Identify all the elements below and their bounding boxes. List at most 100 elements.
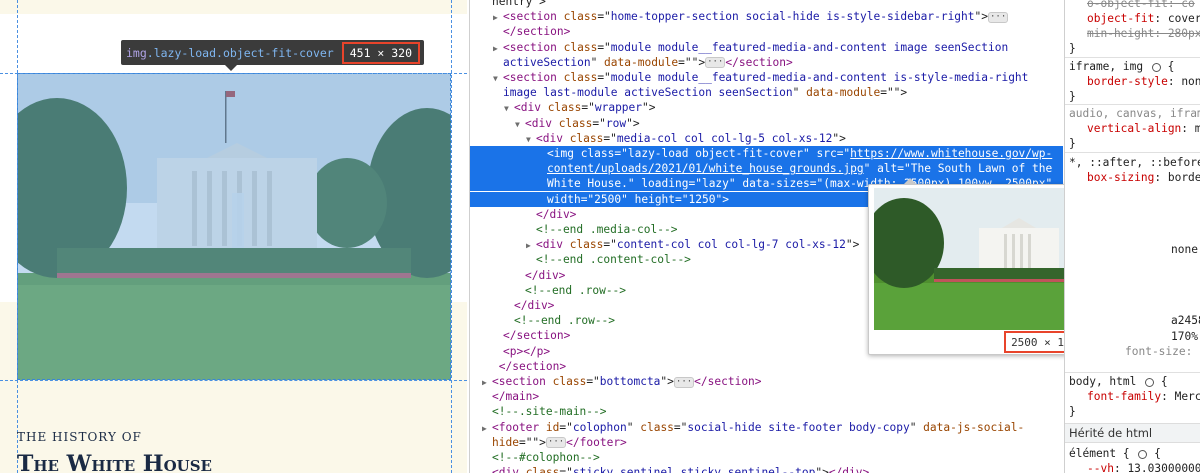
style-none-value[interactable]: none; [1171,242,1200,257]
token: src [816,147,837,160]
expand-triangle-icon[interactable]: ▶ [482,421,492,436]
token: class [563,71,598,84]
collapsed-ellipsis-icon[interactable]: ··· [545,437,567,449]
collapsed-ellipsis-icon[interactable]: ··· [988,11,1009,23]
style-vertical-align[interactable]: vertical-align: mi [1087,121,1200,136]
token: class [558,116,593,130]
dom-node-line[interactable]: ▶ <footer id="colophon" class="social-hid… [470,420,1063,435]
tooltip-tag: img [126,45,147,60]
expand-triangle-icon[interactable]: ▶ [493,10,503,25]
collapsed-ellipsis-icon[interactable]: ··· [673,376,695,388]
tooltip-class: .lazy-load.object-fit-cover [146,45,334,60]
token: <!--#colophon--> [492,451,600,464]
dom-node-selected[interactable]: <img class="lazy-load object-fit-cover" … [470,146,1063,161]
token: =" [597,71,611,84]
dom-node-line[interactable]: ▶ <section class="home-topper-section soc… [470,9,1063,24]
token: " [792,86,807,100]
gear-icon[interactable] [1138,449,1148,459]
style-font-family[interactable]: font-family: Mercu [1087,389,1200,404]
selector-body-html: body, html [1069,375,1137,388]
style-object-fit[interactable]: object-fit: cover [1087,11,1200,26]
dom-node-line[interactable]: nentry > [470,0,1063,9]
dom-node-line[interactable]: hide=""> ··· </footer> [470,435,1063,450]
style-border-style[interactable]: border-style: non [1087,74,1200,89]
prop-vh: --vh [1087,462,1114,473]
token: row [605,116,627,130]
expand-triangle-icon[interactable]: ▶ [526,238,536,253]
collapsed-ellipsis-icon[interactable]: ··· [705,57,726,69]
dom-node-line[interactable]: <div class="sticky_sentinel sticky_senti… [470,465,1063,473]
token: data-sizes [742,177,810,191]
token: " [863,162,878,176]
expand-triangle-icon[interactable]: ▶ [493,41,503,56]
dom-node-line[interactable]: <!--.site-main--> [470,404,1063,419]
rule-iframe-img[interactable]: iframe, img { [1069,59,1174,74]
token: media-col col col-lg-5 col-xs-12 [616,131,833,145]
token: <!--end .media-col--> [536,223,678,236]
token: </section> [725,55,793,69]
collapse-triangle-icon[interactable]: ▼ [526,132,536,147]
token: The South Lawn of the [910,162,1053,176]
collapse-triangle-icon[interactable]: ▼ [504,101,514,116]
collapse-triangle-icon[interactable]: ▼ [493,71,503,86]
gear-icon[interactable] [1145,377,1155,387]
token: nentry > [492,0,546,8]
token: social-hide site-footer body-copy [687,420,910,434]
collapse-triangle-icon[interactable]: ▼ [515,117,525,132]
token: </section> [498,359,567,373]
token: colophon [572,420,627,434]
token: =" [675,192,689,206]
attribute-link[interactable]: https://www.whitehouse.gov/wp- [850,147,1052,160]
token: class [547,101,582,115]
style-value-2458[interactable]: a2458; [1171,313,1200,328]
token: =" [603,238,617,252]
dom-node-line[interactable]: ▼ <section class="module module__featured… [470,70,1063,85]
token: =" [581,101,595,115]
styles-panel[interactable]: o-object-fit: co object-fit: cover min-h… [1064,0,1200,473]
element-rule[interactable]: élément { { [1069,446,1161,461]
token: =" [897,162,911,176]
dom-node-line[interactable]: </main> [470,389,1063,404]
dom-node-line[interactable]: ▶ <section class="module module__featured… [470,40,1063,55]
style-min-height[interactable]: min-height: 280px [1087,26,1200,41]
token: hide [492,435,519,449]
token: bottomcta [599,375,661,388]
token: activeSection [503,55,591,69]
rule-universal[interactable]: *, ::after, ::before [1069,155,1200,170]
token: sticky_sentinel sticky_sentinel--top [572,466,816,473]
style-value-170[interactable]: 170%; [1171,329,1200,344]
page-preview: img .lazy-load.object-fit-cover 451 × 320… [0,0,467,473]
token: <img [547,147,581,160]
style-strike-object-fit[interactable]: o-object-fit: co [1087,0,1195,11]
dom-node-line[interactable]: </section> [470,359,1063,374]
token: <div [536,238,570,252]
guide-line-right [451,0,452,473]
rule-audio-canvas[interactable]: audio, canvas, iframe [1069,106,1200,121]
token: </div> [828,466,870,473]
rule-body-html[interactable]: body, html { [1069,374,1168,389]
dom-node-line[interactable]: activeSection" data-module=""> ··· </secti… [470,55,1063,70]
style-vh[interactable]: --vh: 13.030000000 [1087,461,1200,473]
token: class [552,375,587,388]
token: " [627,177,642,191]
dom-node-line[interactable]: </section> [470,24,1063,39]
rule-close: } [1069,405,1076,418]
dom-node-line[interactable]: ▶ <section class="bottomcta"> ··· </section… [470,374,1063,389]
dom-node-selected[interactable]: content/uploads/2021/01/white_house_grou… [470,161,1063,177]
dom-node-line[interactable]: <!--#colophon--> [470,450,1063,465]
prop-vertical-align: vertical-align [1087,122,1182,135]
dom-node-line[interactable]: image last-module activeSection seenSect… [470,85,1063,100]
token: alt [877,162,898,176]
token: White House. [547,177,628,191]
dom-node-line[interactable]: ▼ <div class="wrapper"> [470,100,1063,115]
dom-node-line[interactable]: ▼ <div class="row"> [470,116,1063,131]
attribute-link[interactable]: content/uploads/2021/01/white_house_grou… [547,162,864,175]
style-box-sizing[interactable]: box-sizing: border [1087,170,1200,185]
gear-icon[interactable] [1151,62,1161,72]
expand-triangle-icon[interactable]: ▶ [482,375,492,390]
style-font-size[interactable]: font-size: 16px; [1125,344,1200,359]
token: " [626,420,641,434]
highlighted-hero-image[interactable] [17,73,451,380]
dom-node-line[interactable]: ▼ <div class="media-col col col-lg-5 col-… [470,131,1063,146]
token: <!--end .row--> [525,283,627,297]
